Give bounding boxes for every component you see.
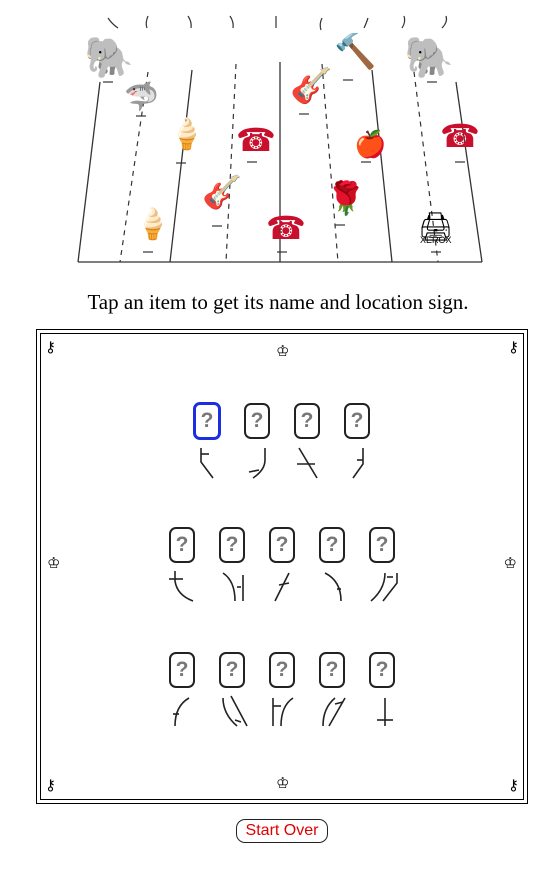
location-sign (169, 571, 194, 602)
location-sign (173, 697, 190, 727)
mystery-card[interactable]: ? (319, 527, 345, 563)
instruction-text: Tap an item to get its name and location… (87, 290, 469, 314)
apple-icon[interactable]: 🍎 (354, 132, 386, 158)
guitar-icon[interactable]: 🎸 (290, 70, 332, 104)
mystery-card[interactable]: ? (344, 403, 370, 439)
mystery-card[interactable]: ? (169, 652, 195, 688)
location-sign (222, 572, 244, 602)
board-inner-frame: ⚷ ⚷ ⚷ ⚷ ♔ ♔ ♔ ♔ ? ? ? ? ? ? ? ? ? ? ? ? … (40, 333, 524, 800)
start-over-button[interactable]: Start Over (236, 819, 328, 843)
telephone-icon[interactable]: ☎ (236, 124, 276, 156)
telephone-icon[interactable]: ☎ (266, 212, 306, 244)
mystery-card[interactable]: ? (319, 652, 345, 688)
mystery-card[interactable]: ? (193, 402, 221, 440)
mystery-card[interactable]: ? (219, 652, 245, 688)
location-sign (222, 695, 248, 727)
crown-icon: ♔ (503, 554, 517, 572)
crown-icon: ♔ (276, 774, 290, 792)
rose-icon[interactable]: 🌹 (326, 182, 366, 214)
mystery-card[interactable]: ? (369, 652, 395, 688)
mystery-card[interactable]: ? (244, 403, 270, 439)
location-sign (377, 698, 393, 726)
location-sign (248, 448, 266, 479)
elephant-icon[interactable]: 🐘 (84, 38, 134, 78)
key-icon: ⚷ (508, 776, 519, 794)
location-sign (274, 572, 290, 602)
shark-icon[interactable]: 🦈 (124, 84, 159, 112)
mystery-card[interactable]: ? (219, 527, 245, 563)
elephant-icon[interactable]: 🐘 (404, 38, 454, 78)
ice-cream-icon[interactable]: 🍦 (168, 120, 205, 150)
crown-icon: ♔ (47, 554, 61, 572)
item-scene: 🐘 🦈 🍦 🍦 🎸 ☎ ☎ 🎸 🔨 🍎 🌹 🐘 ☎ 🖨 XEROX (0, 0, 556, 270)
location-sign (200, 448, 214, 479)
ice-cream-icon[interactable]: 🍦 (134, 210, 171, 240)
mystery-card[interactable]: ? (169, 527, 195, 563)
location-sign (322, 697, 346, 727)
location-sign (272, 697, 294, 727)
game-board: ⚷ ⚷ ⚷ ⚷ ♔ ♔ ♔ ♔ ? ? ? ? ? ? ? ? ? ? ? ? … (36, 329, 528, 804)
mystery-card[interactable]: ? (369, 527, 395, 563)
key-icon: ⚷ (45, 776, 56, 794)
location-sign (352, 448, 364, 479)
guitar-icon[interactable]: 🎸 (202, 176, 242, 208)
key-icon: ⚷ (45, 338, 56, 356)
telephone-icon[interactable]: ☎ (440, 120, 480, 152)
mystery-card[interactable]: ? (269, 652, 295, 688)
location-sign (324, 572, 342, 602)
location-sign (370, 572, 398, 602)
mystery-card[interactable]: ? (294, 403, 320, 439)
location-sign (297, 447, 318, 479)
crown-icon: ♔ (276, 342, 290, 360)
hammer-icon[interactable]: 🔨 (334, 36, 376, 70)
copier-label: XEROX (420, 235, 452, 245)
key-icon: ⚷ (508, 338, 519, 356)
mystery-card[interactable]: ? (269, 527, 295, 563)
